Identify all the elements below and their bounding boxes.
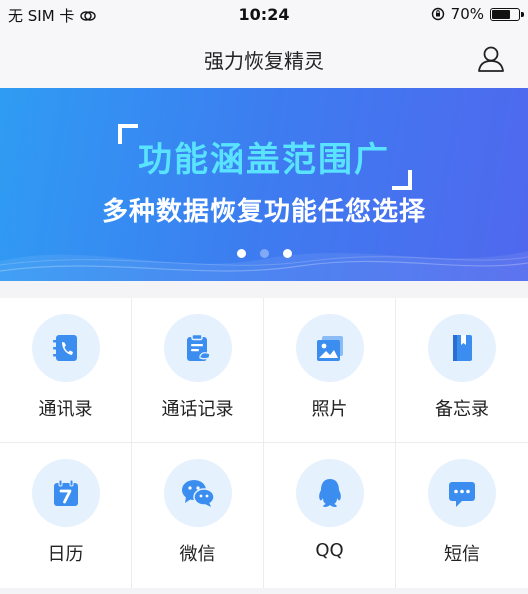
feature-label: 日历 [47, 544, 84, 565]
feature-label: 微信 [179, 544, 216, 565]
battery-fill [492, 9, 510, 19]
feature-call-log[interactable]: 通话记录 [132, 298, 264, 443]
feature-notes[interactable]: 备忘录 [396, 298, 528, 443]
battery-group: 70% [431, 5, 524, 23]
sms-icon-bg [428, 459, 496, 527]
qq-icon-bg [295, 459, 364, 527]
contacts-icon [52, 335, 77, 361]
feature-contacts[interactable]: 通讯录 [0, 298, 132, 443]
user-profile-icon[interactable] [476, 44, 506, 74]
banner-subtitle: 多种数据恢复功能任您选择 [101, 197, 426, 227]
feature-calendar[interactable]: 日历 [0, 443, 132, 588]
feature-label: 照片 [311, 399, 348, 420]
feature-label: QQ [315, 540, 344, 561]
feature-wechat[interactable]: 微信 [132, 443, 264, 588]
carousel-dot[interactable] [236, 249, 246, 258]
feature-label: 备忘录 [435, 399, 489, 420]
wechat-icon-bg [163, 459, 232, 527]
status-bar: 无 SIM 卡 10:24 70% [0, 0, 528, 30]
carousel-indicator[interactable] [0, 249, 528, 258]
nav-bar: 强力恢复精灵 [0, 30, 528, 88]
battery-percent: 70% [450, 5, 484, 23]
sms-icon [449, 482, 475, 507]
photos-icon-bg [295, 314, 364, 382]
feature-label: 短信 [444, 544, 480, 565]
feature-label: 通讯录 [38, 399, 93, 420]
calendar-icon-bg [31, 459, 100, 527]
carousel-dot[interactable] [259, 249, 269, 258]
notes-icon-bg [428, 314, 496, 382]
call-log-icon [186, 333, 211, 361]
feature-photos[interactable]: 照片 [264, 298, 396, 443]
carousel-dot[interactable] [282, 249, 292, 258]
calendar-icon [53, 479, 78, 506]
feature-grid: 通讯录 通话记录 照片 备忘录 日历 微信 QQ 短信 [0, 298, 528, 588]
promo-banner[interactable]: 功能涵盖范围广 多种数据恢复功能任您选择 [0, 88, 528, 281]
wechat-icon [181, 480, 215, 507]
feature-qq[interactable]: QQ [264, 443, 396, 588]
feature-sms[interactable]: 短信 [396, 443, 528, 588]
call-log-icon-bg [163, 314, 232, 382]
qq-icon [318, 479, 341, 507]
notes-icon [453, 335, 472, 361]
rotation-lock-icon [431, 7, 444, 21]
contacts-icon-bg [31, 314, 100, 382]
feature-label: 通话记录 [161, 399, 234, 420]
battery-icon [490, 7, 524, 21]
banner-title: 功能涵盖范围广 [138, 140, 390, 180]
photos-icon [316, 336, 343, 361]
page-title: 强力恢复精灵 [204, 49, 324, 73]
